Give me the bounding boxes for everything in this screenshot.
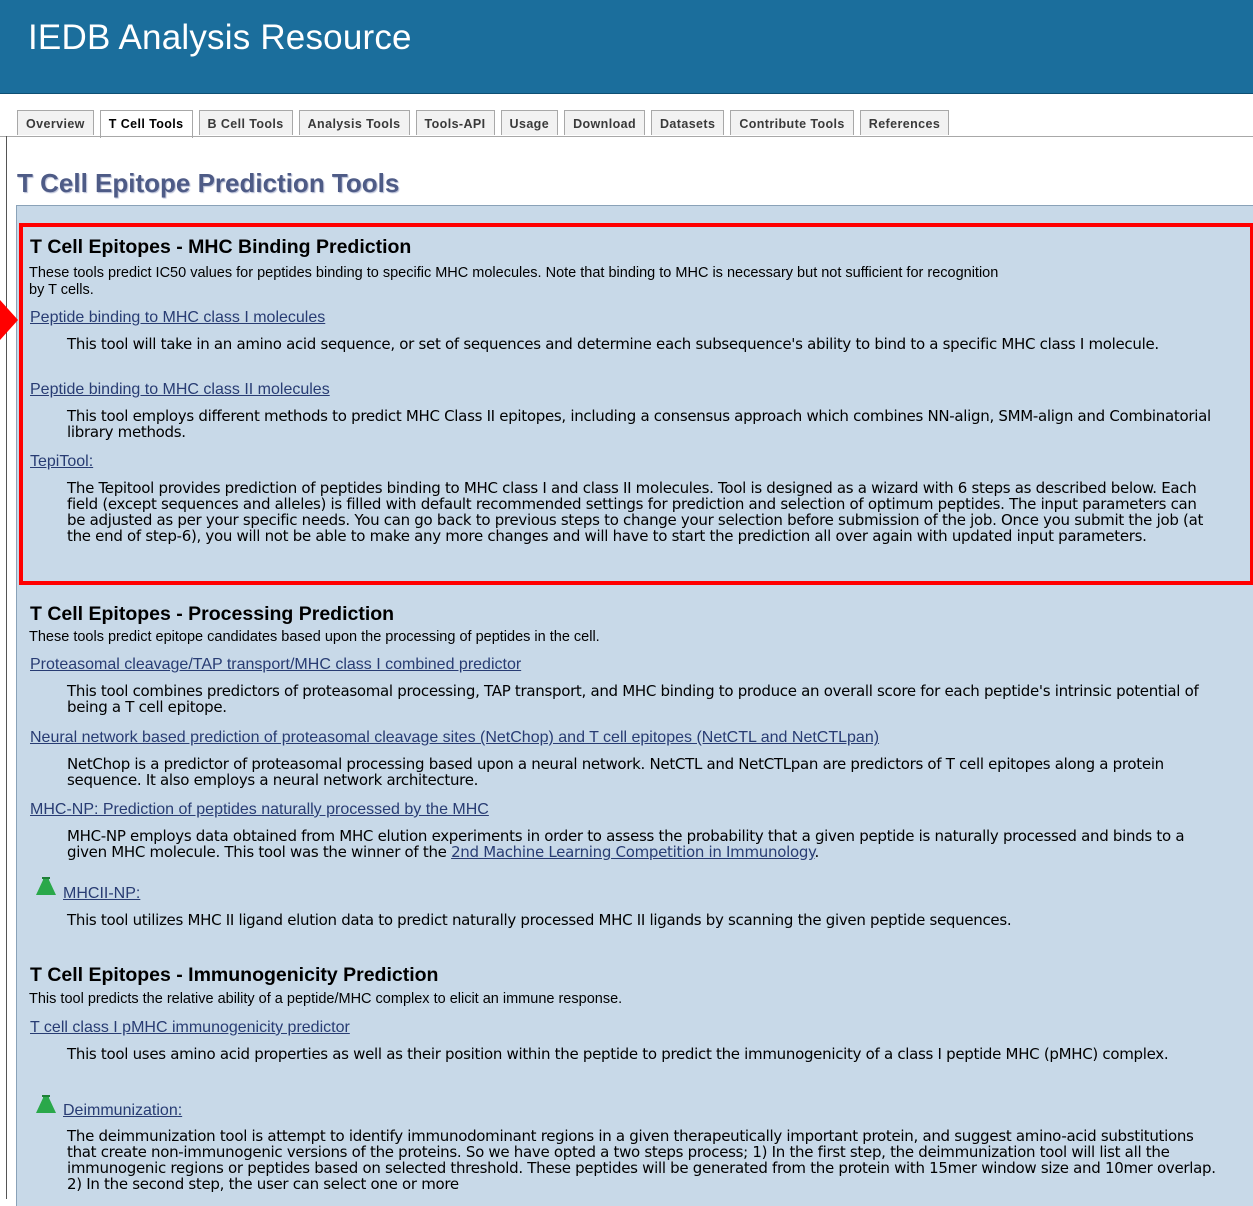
tab-tools-api[interactable]: Tools-API <box>415 110 495 135</box>
link-netchop-netctl[interactable]: Neural network based prediction of prote… <box>30 729 879 747</box>
desc-mhc-class-ii: This tool employs different methods to p… <box>67 407 1211 441</box>
desc-immunogenicity-predictor: This tool uses amino acid properties as … <box>67 1045 1169 1063</box>
link-immunogenicity-predictor[interactable]: T cell class I pMHC immunogenicity predi… <box>30 1019 350 1037</box>
desc-mhcii-np: This tool utilizes MHC II ligand elution… <box>67 911 1012 929</box>
link-tepitool[interactable]: TepiTool <box>30 453 89 470</box>
link-ml-competition[interactable]: 2nd Machine Learning Competition in Immu… <box>451 843 815 861</box>
section-desc-line1: These tools predict IC50 values for pept… <box>29 265 999 281</box>
tepitool-colon: : <box>88 453 94 470</box>
desc-mhc-np-end: . <box>814 843 820 861</box>
link-proteasomal-combined[interactable]: Proteasomal cleavage/TAP transport/MHC c… <box>30 656 521 674</box>
link-mhc-np[interactable]: MHC-NP: Prediction of peptides naturally… <box>30 801 489 819</box>
tab-datasets[interactable]: Datasets <box>651 110 725 135</box>
main-nav-tabs: Overview T Cell Tools B Cell Tools Analy… <box>17 110 955 138</box>
tab-analysis-tools[interactable]: Analysis Tools <box>298 110 410 135</box>
tab-overview[interactable]: Overview <box>17 110 94 135</box>
link-mhcii-np[interactable]: MHCII-NP <box>63 885 136 902</box>
desc-netchop-netctl: NetChop is a predictor of proteasomal pr… <box>67 755 1164 789</box>
link-deimmunization[interactable]: Deimmunization <box>63 1102 178 1119</box>
link-mhc-class-ii[interactable]: Peptide binding to MHC class II molecule… <box>30 381 330 399</box>
flask-icon <box>36 1095 56 1113</box>
mhcii-np-colon: : <box>135 885 141 902</box>
tab-contribute-tools[interactable]: Contribute Tools <box>730 110 854 135</box>
page-title: T Cell Epitope Prediction Tools <box>17 168 400 198</box>
desc-tepitool: The Tepitool provides prediction of pept… <box>67 479 1204 545</box>
section-desc-immunogenicity: This tool predicts the relative ability … <box>29 991 623 1007</box>
desc-proteasomal-combined: This tool combines predictors of proteas… <box>67 682 1199 716</box>
deimmunization-row: Deimmunization: <box>63 1102 182 1120</box>
section-desc-line2: by T cells. <box>29 282 94 298</box>
tab-t-cell-tools[interactable]: T Cell Tools <box>99 110 193 138</box>
link-mhc-class-i[interactable]: Peptide binding to MHC class I molecules <box>30 309 325 327</box>
tab-baseline <box>0 136 1253 137</box>
section-title-processing: T Cell Epitopes - Processing Prediction <box>30 603 395 625</box>
flask-icon <box>36 877 56 895</box>
tab-b-cell-tools[interactable]: B Cell Tools <box>198 110 293 135</box>
deimmunization-colon: : <box>177 1102 183 1119</box>
site-header: IEDB Analysis Resource <box>0 0 1253 94</box>
tepitool-row: TepiTool: <box>30 453 93 471</box>
section-title-mhc-binding: T Cell Epitopes - MHC Binding Prediction <box>30 236 412 258</box>
section-desc-processing: These tools predict epitope candidates b… <box>29 629 600 645</box>
desc-mhc-class-i: This tool will take in an amino acid seq… <box>67 335 1159 353</box>
tab-references[interactable]: References <box>859 110 950 135</box>
section-desc-mhc-binding: These tools predict IC50 values for pept… <box>29 265 1251 299</box>
tab-usage[interactable]: Usage <box>500 110 559 135</box>
desc-mhc-np: MHC-NP employs data obtained from MHC el… <box>67 828 1217 860</box>
site-title[interactable]: IEDB Analysis Resource <box>28 18 412 58</box>
left-border <box>6 136 7 1199</box>
mhcii-np-row: MHCII-NP: <box>63 885 140 903</box>
desc-deimmunization: The deimmunization tool is attempt to id… <box>67 1127 1216 1193</box>
section-title-immunogenicity: T Cell Epitopes - Immunogenicity Predict… <box>30 964 439 986</box>
tab-download[interactable]: Download <box>564 110 645 135</box>
